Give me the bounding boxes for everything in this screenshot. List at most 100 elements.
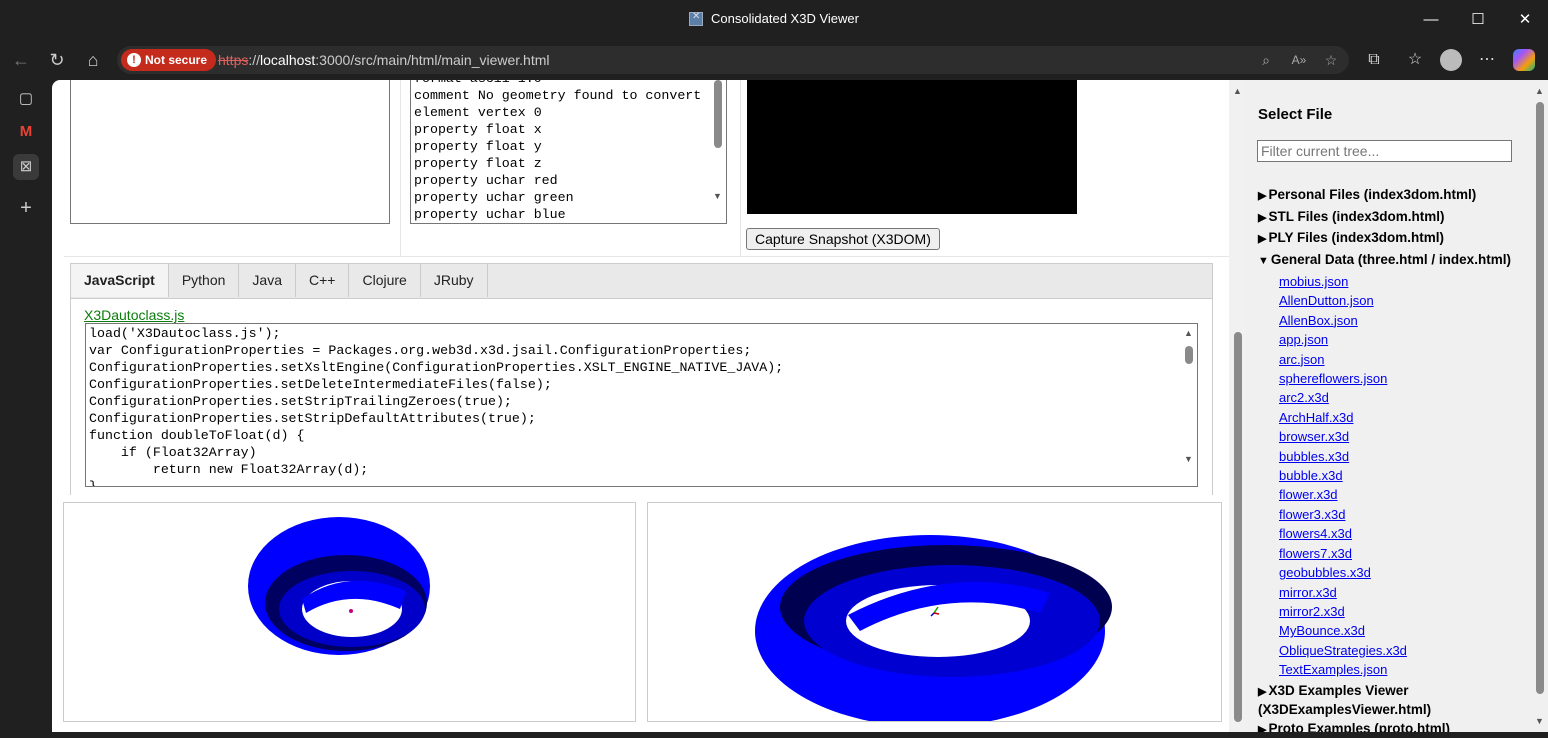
folder-general-data[interactable]: ▼ General Data (three.html / index.html) <box>1258 251 1528 270</box>
page-content: format ascii 1.0 comment No geometry fou… <box>52 80 1548 732</box>
url-scheme: https <box>218 52 249 68</box>
file-link[interactable]: AllenDutton.json <box>1279 293 1374 308</box>
maximize-button[interactable]: ☐ <box>1463 8 1493 32</box>
file-link[interactable]: TextExamples.json <box>1279 662 1387 677</box>
code-scrollbar[interactable]: ▲ ▼ <box>1181 324 1197 486</box>
file-panel-scrollbar[interactable]: ▲ ▼ <box>1532 80 1548 732</box>
file-link[interactable]: flowers4.x3d <box>1279 526 1352 541</box>
caret-right-icon: ▶ <box>1258 190 1267 202</box>
file-link[interactable]: AllenBox.json <box>1279 313 1358 328</box>
scroll-thumb[interactable] <box>1536 102 1544 694</box>
capture-snapshot-button[interactable]: Capture Snapshot (X3DOM) <box>746 228 940 250</box>
scroll-down-arrow-icon[interactable]: ▼ <box>1184 454 1193 464</box>
ply-output-scrollbar[interactable]: ▼ <box>710 80 726 223</box>
threejs-viewer-right[interactable] <box>647 502 1222 722</box>
language-tabs: JavaScript Python Java C++ Clojure JRuby <box>71 264 488 298</box>
page-scroll-up-arrow-icon[interactable]: ▲ <box>1233 86 1242 96</box>
file-link[interactable]: flowers7.x3d <box>1279 546 1352 561</box>
zoom-icon[interactable]: ⌕ <box>1257 51 1275 69</box>
column-divider <box>400 80 401 256</box>
filter-tree-input[interactable] <box>1257 140 1512 162</box>
section-divider <box>64 256 1229 257</box>
ply-output-text: format ascii 1.0 comment No geometry fou… <box>414 80 702 222</box>
page-scroll-thumb[interactable] <box>1234 332 1242 722</box>
tab-java[interactable]: Java <box>239 264 296 297</box>
gmail-tab-icon[interactable]: M <box>13 119 39 145</box>
file-link[interactable]: bubble.x3d <box>1279 468 1343 483</box>
file-link[interactable]: mobius.json <box>1279 274 1348 289</box>
file-link[interactable]: sphereflowers.json <box>1279 371 1387 386</box>
scroll-up-arrow-icon[interactable]: ▲ <box>1184 328 1193 338</box>
scroll-up-arrow-icon[interactable]: ▲ <box>1535 86 1544 96</box>
list-item: flowers7.x3d <box>1279 544 1528 563</box>
scroll-thumb[interactable] <box>1185 346 1193 364</box>
tab-clojure[interactable]: Clojure <box>349 264 421 297</box>
folder-personal-files[interactable]: ▶ Personal Files (index3dom.html) <box>1258 186 1528 205</box>
address-bar[interactable]: ! Not secure https://localhost:3000/src/m… <box>117 46 1349 74</box>
tab-jruby[interactable]: JRuby <box>420 264 488 297</box>
list-item: sphereflowers.json <box>1279 369 1528 388</box>
refresh-icon[interactable]: ↻ <box>44 48 70 72</box>
select-file-heading: Select File <box>1258 106 1333 123</box>
file-link[interactable]: flower3.x3d <box>1279 507 1345 522</box>
file-link[interactable]: mirror2.x3d <box>1279 604 1345 619</box>
column-divider <box>740 80 741 256</box>
tab-python[interactable]: Python <box>168 264 240 297</box>
read-aloud-icon[interactable]: A» <box>1290 51 1308 69</box>
ply-output-textarea[interactable]: format ascii 1.0 comment No geometry fou… <box>410 80 727 224</box>
x3d-viewer-tab-icon[interactable]: ⊠ <box>13 154 39 180</box>
input-textarea[interactable] <box>70 80 390 224</box>
file-link[interactable]: MyBounce.x3d <box>1279 623 1365 638</box>
file-link[interactable]: geobubbles.x3d <box>1279 565 1371 580</box>
list-item: flowers4.x3d <box>1279 524 1528 543</box>
folder-proto-examples[interactable]: ▶ Proto Examples (proto.html) <box>1258 720 1528 732</box>
scroll-down-arrow-icon[interactable]: ▼ <box>1535 716 1544 726</box>
file-link[interactable]: arc2.x3d <box>1279 390 1329 405</box>
file-link[interactable]: mirror.x3d <box>1279 585 1337 600</box>
minimize-button[interactable]: — <box>1416 8 1446 32</box>
file-link[interactable]: bubbles.x3d <box>1279 449 1349 464</box>
list-item: MyBounce.x3d <box>1279 621 1528 640</box>
folder-x3d-examples-viewer[interactable]: ▶ X3D Examples Viewer (X3DExamplesViewer.… <box>1258 682 1528 718</box>
code-textarea[interactable]: load('X3Dautoclass.js'); var Configurati… <box>85 323 1198 487</box>
favorites-icon[interactable]: ☆ <box>1403 48 1427 72</box>
folder-stl-files[interactable]: ▶ STL Files (index3dom.html) <box>1258 208 1528 227</box>
file-link[interactable]: browser.x3d <box>1279 429 1349 444</box>
file-link[interactable]: arc.json <box>1279 352 1325 367</box>
home-icon[interactable]: ⌂ <box>80 48 106 72</box>
favorite-star-icon[interactable]: ☆ <box>1322 51 1340 69</box>
list-item: AllenBox.json <box>1279 311 1528 330</box>
app-icon <box>689 11 704 26</box>
folder-ply-files[interactable]: ▶ PLY Files (index3dom.html) <box>1258 229 1528 248</box>
scroll-down-arrow-icon[interactable]: ▼ <box>713 191 722 201</box>
not-secure-badge[interactable]: ! Not secure <box>121 49 217 71</box>
file-tree: ▶ Personal Files (index3dom.html) ▶ STL Fi… <box>1258 186 1528 732</box>
tab-actions-icon[interactable]: ▢ <box>13 86 39 112</box>
new-tab-plus-icon[interactable]: + <box>13 195 39 221</box>
x3dom-canvas[interactable] <box>747 80 1077 214</box>
close-button[interactable]: ✕ <box>1510 8 1540 32</box>
warning-icon: ! <box>127 53 141 67</box>
extensions-icon[interactable]: ⧉ <box>1362 48 1386 72</box>
scroll-thumb[interactable] <box>714 80 722 148</box>
threejs-viewer-left[interactable] <box>63 502 636 722</box>
copilot-icon[interactable] <box>1513 49 1535 71</box>
more-menu-icon[interactable]: ⋯ <box>1475 48 1499 72</box>
list-item: app.json <box>1279 330 1528 349</box>
file-link[interactable]: app.json <box>1279 332 1328 347</box>
file-link[interactable]: flower.x3d <box>1279 487 1338 502</box>
folder-label: General Data (three.html / index.html) <box>1270 251 1511 267</box>
code-file-link[interactable]: X3Dautoclass.js <box>84 307 184 323</box>
list-item: mobius.json <box>1279 272 1528 291</box>
mobius-render-right <box>755 535 1112 721</box>
page-scrollbar[interactable]: ▲ <box>1229 80 1246 732</box>
file-link[interactable]: ObliqueStrategies.x3d <box>1279 643 1407 658</box>
list-item: bubbles.x3d <box>1279 447 1528 466</box>
back-arrow-icon[interactable]: ← <box>8 48 34 72</box>
tab-javascript[interactable]: JavaScript <box>71 264 169 297</box>
tab-cpp[interactable]: C++ <box>296 264 350 297</box>
url-text[interactable]: https://localhost:3000/src/main/html/mai… <box>218 52 550 68</box>
folder-label: STL Files (index3dom.html) <box>1268 208 1445 224</box>
file-link[interactable]: ArchHalf.x3d <box>1279 410 1353 425</box>
profile-avatar[interactable] <box>1440 49 1462 71</box>
